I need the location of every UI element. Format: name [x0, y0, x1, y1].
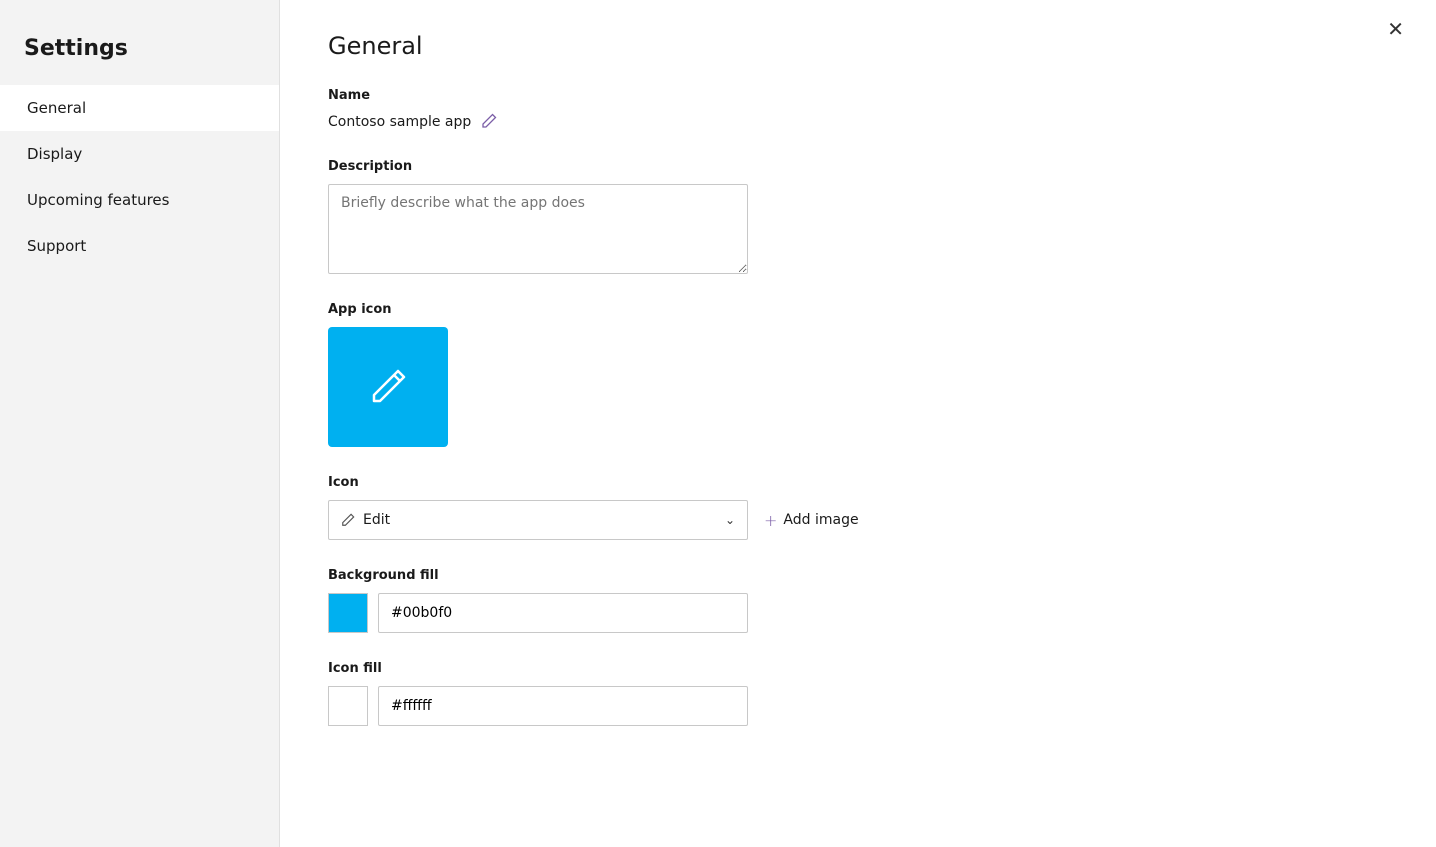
background-fill-section: Background fill: [328, 568, 1132, 633]
background-color-swatch[interactable]: [328, 593, 368, 633]
name-row: Contoso sample app: [328, 113, 1132, 131]
add-image-label: Add image: [783, 512, 858, 528]
sidebar-item-general[interactable]: General: [0, 85, 279, 131]
description-textarea[interactable]: [328, 184, 748, 274]
sidebar: Settings General Display Upcoming featur…: [0, 0, 280, 847]
icon-fill-input[interactable]: [378, 686, 748, 726]
main-content: ✕ General Name Contoso sample app Descri…: [280, 0, 1436, 847]
chevron-down-icon: ⌄: [725, 513, 735, 527]
app-icon-preview[interactable]: [328, 327, 448, 447]
background-color-input[interactable]: [378, 593, 748, 633]
icon-section: Icon Edit ⌄ + Add image: [328, 475, 1132, 540]
sidebar-item-support[interactable]: Support: [0, 223, 279, 269]
app-name-value: Contoso sample app: [328, 114, 471, 130]
icon-select-value: Edit: [363, 512, 390, 528]
page-title: General: [328, 32, 1132, 60]
icon-fill-label: Icon fill: [328, 661, 1132, 676]
icon-fill-row: [328, 686, 1132, 726]
background-fill-label: Background fill: [328, 568, 1132, 583]
edit-name-button[interactable]: [481, 113, 497, 131]
sidebar-title: Settings: [0, 20, 279, 85]
plus-icon: +: [764, 511, 777, 530]
app-icon-label: App icon: [328, 302, 1132, 317]
sidebar-item-display[interactable]: Display: [0, 131, 279, 177]
description-label: Description: [328, 159, 1132, 174]
icon-row: Edit ⌄ + Add image: [328, 500, 1132, 540]
icon-fill-section: Icon fill: [328, 661, 1132, 726]
add-image-button[interactable]: + Add image: [764, 511, 859, 530]
name-label: Name: [328, 88, 1132, 103]
icon-select-dropdown[interactable]: Edit ⌄: [328, 500, 748, 540]
icon-select-left: Edit: [341, 512, 390, 528]
close-button[interactable]: ✕: [1379, 16, 1412, 44]
description-section: Description: [328, 159, 1132, 274]
app-icon-section: App icon: [328, 302, 1132, 447]
bg-fill-row: [328, 593, 1132, 633]
icon-label: Icon: [328, 475, 1132, 490]
icon-color-swatch[interactable]: [328, 686, 368, 726]
name-section: Name Contoso sample app: [328, 88, 1132, 131]
sidebar-item-upcoming-features[interactable]: Upcoming features: [0, 177, 279, 223]
